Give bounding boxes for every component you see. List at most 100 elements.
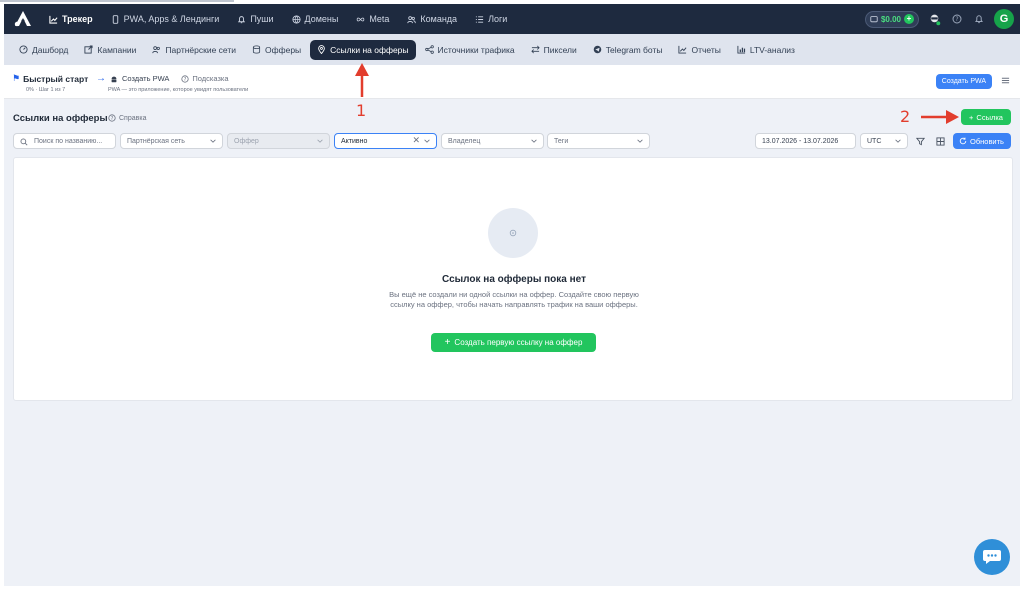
refresh-icon [959,137,967,145]
plus-icon: + [969,112,974,122]
top-right-controls: $0.00 + ? G [864,4,1014,34]
sub-navigation: Дашборд Кампании Партнёрские сети Офферы… [4,34,1020,65]
help-link[interactable]: ? Справка [108,114,146,122]
quick-start-label: Быстрый старт [23,73,89,84]
gauge-icon [19,45,28,54]
help-icon[interactable]: ? [950,13,963,26]
subnav-item-reports[interactable]: Отчеты [671,40,727,60]
timezone-value: UTC [867,137,882,145]
owner-select[interactable]: Владелец [441,133,544,149]
timezone-select[interactable]: UTC [860,133,908,149]
quick-start-description: PWA — это приложение, которое увидят пол… [108,87,249,93]
subnav-label: Пиксели [543,44,577,55]
topnav-item-domains[interactable]: Домены [283,4,348,34]
subnav-item-offers[interactable]: Офферы [245,40,308,60]
topnav-item-pwa[interactable]: PWA, Apps & Лендинги [102,4,229,34]
user-avatar[interactable]: G [994,9,1014,29]
annotation-marker-1: 1 [356,101,367,120]
subnav-item-ltv-analysis[interactable]: LTV-анализ [730,40,802,60]
bars-icon [737,45,745,54]
phone-icon [112,14,118,24]
subnav-label: Кампании [97,44,137,55]
balance-value: $0.00 [880,14,901,24]
partner-network-label: Партнёрская сеть [127,137,185,145]
chat-widget-button[interactable] [974,539,1010,575]
tags-label: Теги [554,137,569,145]
app-logo[interactable] [8,4,38,34]
notifications-bell-icon[interactable] [972,13,985,26]
hint-link[interactable]: ? Подсказка [181,74,229,83]
top-nav: Трекер PWA, Apps & Лендинги Пуши Домены … [40,4,516,34]
subnav-label: Telegram боты [605,44,663,55]
share-icon [424,45,434,54]
offer-select[interactable]: Оффер [227,133,330,149]
empty-state-description: Вы ещё не создали ни одной ссылки на офф… [389,290,639,309]
flag-icon: ⚑ [12,73,21,83]
topnav-label: Трекер [62,14,93,24]
subnav-item-partner-networks[interactable]: Партнёрские сети [145,40,243,60]
topnav-item-meta[interactable]: Meta [347,4,398,34]
topnav-item-logs[interactable]: Логи [466,4,516,34]
columns-button[interactable] [933,134,947,148]
topnav-item-push[interactable]: Пуши [228,4,282,34]
question-circle-icon: ? [181,74,190,82]
svg-text:?: ? [955,16,958,23]
subnav-item-traffic-sources[interactable]: Источники трафика [418,40,522,60]
tags-select[interactable]: Теги [547,133,650,149]
add-link-label: Ссылка [976,112,1003,122]
chevron-down-icon [317,139,323,143]
create-pwa-button[interactable]: Создать PWA [935,74,992,89]
topnav-label: Meta [369,14,390,24]
topnav-item-team[interactable]: Команда [398,4,466,34]
step-label: Создать PWA [122,74,170,83]
search-input[interactable]: Поиск по названию... [13,133,116,149]
plus-icon: + [444,337,451,348]
subnav-item-dashboard[interactable]: Дашборд [12,40,75,60]
report-icon [678,45,687,54]
quick-start-title[interactable]: ⚑ Быстрый старт [12,73,88,84]
logo-icon [14,11,31,27]
create-first-link-label: Создать первую ссылку на оффер [454,338,583,347]
clear-icon[interactable]: ✕ [412,135,420,146]
subnav-item-pixels[interactable]: Пиксели [524,40,584,60]
annotation-marker-2: 2 [900,107,911,126]
hamburger-menu-icon[interactable] [1001,76,1010,85]
database-icon [252,45,261,54]
chevron-down-icon [210,139,216,143]
subnav-label: Офферы [265,44,302,55]
infinity-icon [357,17,365,21]
empty-state-illustration [488,208,538,258]
quick-start-bar: ⚑ Быстрый старт 0% · Шаг 1 из 7 → Создат… [4,65,1020,99]
empty-state-title: Ссылок на офферы пока нет [441,274,586,285]
quick-start-step[interactable]: → Создать PWA ? Подсказка [96,73,229,84]
android-icon [111,76,117,82]
top-navigation-bar: Трекер PWA, Apps & Лендинги Пуши Домены … [4,4,1020,34]
subnav-item-offer-links[interactable]: Ссылки на офферы [310,39,416,60]
subnav-item-telegram-bots[interactable]: Telegram боты [586,40,670,60]
subnav-item-campaigns[interactable]: Кампании [77,40,143,60]
chart-line-icon [49,15,58,24]
search-placeholder: Поиск по названию... [34,137,103,145]
topnav-label: PWA, Apps & Лендинги [123,14,220,24]
filter-button[interactable] [913,134,927,148]
add-funds-icon[interactable]: + [904,14,914,24]
balance-badge[interactable]: $0.00 + [864,10,919,28]
partner-network-select[interactable]: Партнёрская сеть [120,133,223,149]
subnav-label: Отчеты [691,44,721,55]
pin-icon [318,45,326,54]
offer-links-panel: Ссылок на офферы пока нет Вы ещё не созд… [13,157,1013,401]
create-first-link-button[interactable]: + Создать первую ссылку на оффер [431,333,596,352]
refresh-button[interactable]: Обновить [953,133,1011,149]
offer-label: Оффер [234,137,259,145]
chevron-down-icon [424,139,430,143]
empty-state-icon [509,229,517,237]
hint-label: Подсказка [192,74,229,83]
arrow-right-icon: → [96,73,106,84]
support-agent-icon[interactable] [928,13,941,26]
date-range-value: 13.07.2026 - 13.07.2026 [762,137,839,145]
subnav-label: LTV-анализ [749,44,795,55]
topnav-item-tracker[interactable]: Трекер [40,4,102,34]
date-range-picker[interactable]: 13.07.2026 - 13.07.2026 [755,133,856,149]
status-select[interactable]: Активно ✕ [334,133,437,149]
add-link-button[interactable]: + Ссылка [961,109,1011,125]
